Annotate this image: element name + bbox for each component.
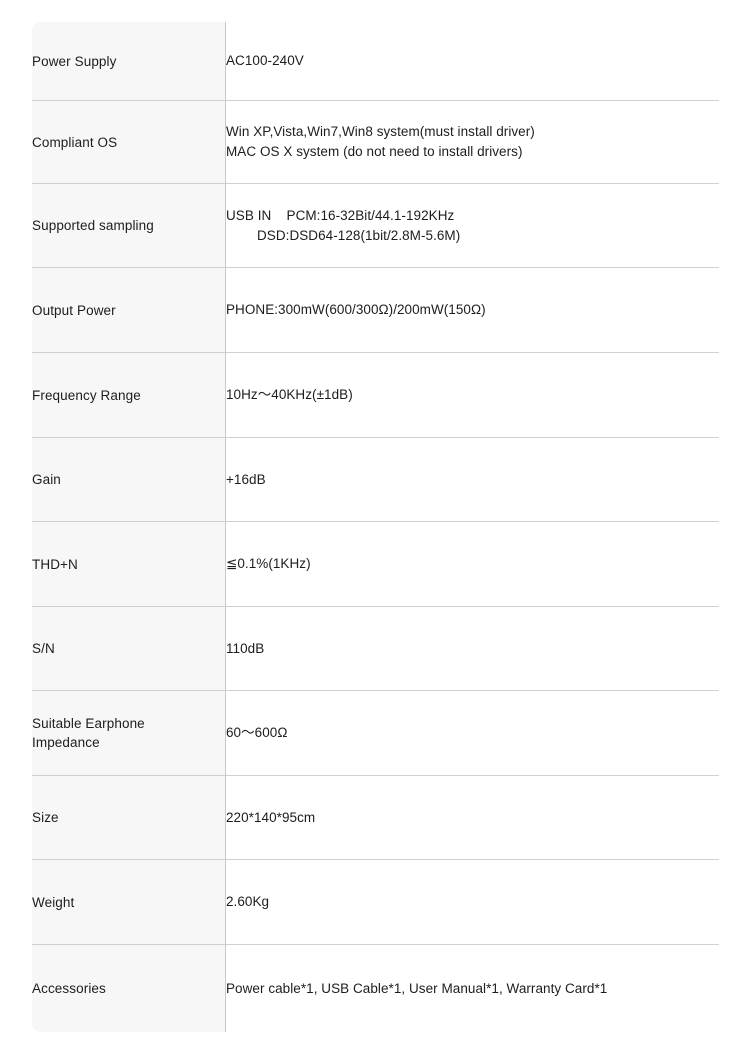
spec-value-cell: +16dB [225, 437, 719, 522]
spec-label-cell: Weight [32, 859, 226, 945]
spec-value-text: +16dB [226, 471, 266, 487]
table-row: Size 220*140*95cm [32, 775, 719, 860]
spec-label-text: Frequency Range [32, 387, 141, 403]
table-row: Supported sampling USB IN PCM:16-32Bit/44… [32, 183, 719, 268]
spec-label-text: Weight [32, 894, 75, 910]
table-row: S/N 110dB [32, 606, 719, 691]
spec-value-text: USB IN PCM:16-32Bit/44.1-192KHz [226, 207, 455, 223]
table-row: Frequency Range 10Hz〜40KHz(±1dB) [32, 352, 719, 438]
spec-label-text: Gain [32, 472, 61, 487]
spec-value-text: Win XP,Vista,Win7,Win8 system(must insta… [226, 124, 535, 139]
spec-value-text: 220*140*95cm [226, 809, 316, 825]
spec-label-text: THD+N [32, 556, 78, 572]
specifications-table-container: Power Supply AC100-240V Compliant OS Win XP… [31, 21, 720, 1033]
spec-label-text: Accessories [32, 981, 106, 996]
spec-label-text: Power Supply [32, 53, 117, 69]
spec-label-cell: Accessories [32, 944, 226, 1032]
spec-value-cell: PHONE:300mW(600/300Ω)/200mW(150Ω) [225, 267, 719, 353]
table-row: Suitable Earphone Impedance 60〜600Ω [32, 690, 719, 776]
table-row: Accessories Power cable*1, USB Cable*1, U… [32, 944, 719, 1032]
spec-value-text: 110dB [226, 640, 265, 656]
spec-label-text: Suitable Earphone [32, 716, 145, 731]
spec-value-cell: ≦0.1%(1KHz) [225, 521, 719, 607]
spec-value-cell: 220*140*95cm [225, 775, 719, 860]
spec-label-text: Supported sampling [32, 218, 154, 233]
spec-value-cell: 10Hz〜40KHz(±1dB) [225, 352, 719, 438]
table-row: THD+N ≦0.1%(1KHz) [32, 521, 719, 607]
spec-label-cell: Gain [32, 437, 226, 522]
spec-value-text: ≦0.1%(1KHz) [226, 556, 311, 571]
table-row: Weight 2.60Kg [32, 859, 719, 945]
table-row: Gain +16dB [32, 437, 719, 522]
spec-label-cell: Compliant OS [32, 100, 226, 184]
spec-value-cell: 110dB [225, 606, 719, 691]
spec-value-cell: 2.60Kg [225, 859, 719, 945]
spec-label-cell: Frequency Range [32, 352, 226, 438]
spec-value-text: 60〜600Ω [226, 725, 288, 740]
table-row: Compliant OS Win XP,Vista,Win7,Win8 syste… [32, 100, 719, 184]
spec-value-text: Power cable*1, USB Cable*1, User Manual*… [226, 980, 608, 996]
spec-label-cell: Output Power [32, 267, 226, 353]
specifications-table-body: Power Supply AC100-240V Compliant OS Win XP… [32, 22, 719, 1032]
spec-value-text: AC100-240V [226, 53, 304, 68]
spec-value-text: DSD:DSD64-128(1bit/2.8M-5.6M) [257, 227, 461, 243]
spec-label-cell: THD+N [32, 521, 226, 607]
spec-label-cell: Size [32, 775, 226, 860]
spec-label-text: Compliant OS [32, 134, 118, 150]
spec-label-cell: Power Supply [32, 22, 226, 101]
specifications-table: Power Supply AC100-240V Compliant OS Win XP… [31, 21, 720, 1033]
spec-label-text: Size [32, 810, 59, 825]
spec-label-text: Impedance [32, 735, 100, 750]
table-row: Power Supply AC100-240V [32, 22, 719, 101]
spec-label-cell: Supported sampling [32, 183, 226, 268]
spec-value-cell: 60〜600Ω [225, 690, 719, 776]
spec-value-text: MAC OS X system (do not need to install … [226, 144, 523, 159]
spec-value-cell: AC100-240V [225, 22, 719, 101]
spec-value-text: PHONE:300mW(600/300Ω)/200mW(150Ω) [226, 302, 486, 317]
spec-label-text: Output Power [32, 302, 116, 318]
spec-value-text: 2.60Kg [226, 894, 270, 909]
spec-value-cell: Win XP,Vista,Win7,Win8 system(must insta… [225, 100, 719, 184]
spec-value-text: 10Hz〜40KHz(±1dB) [226, 387, 353, 402]
spec-label-cell: Suitable Earphone Impedance [32, 690, 226, 776]
spec-label-text: S/N [32, 641, 55, 656]
table-row: Output Power PHONE:300mW(600/300Ω)/200mW(… [32, 267, 719, 353]
spec-label-cell: S/N [32, 606, 226, 691]
spec-value-cell: Power cable*1, USB Cable*1, User Manual*… [225, 944, 719, 1032]
spec-value-cell: USB IN PCM:16-32Bit/44.1-192KHz DSD:DSD64… [225, 183, 719, 268]
